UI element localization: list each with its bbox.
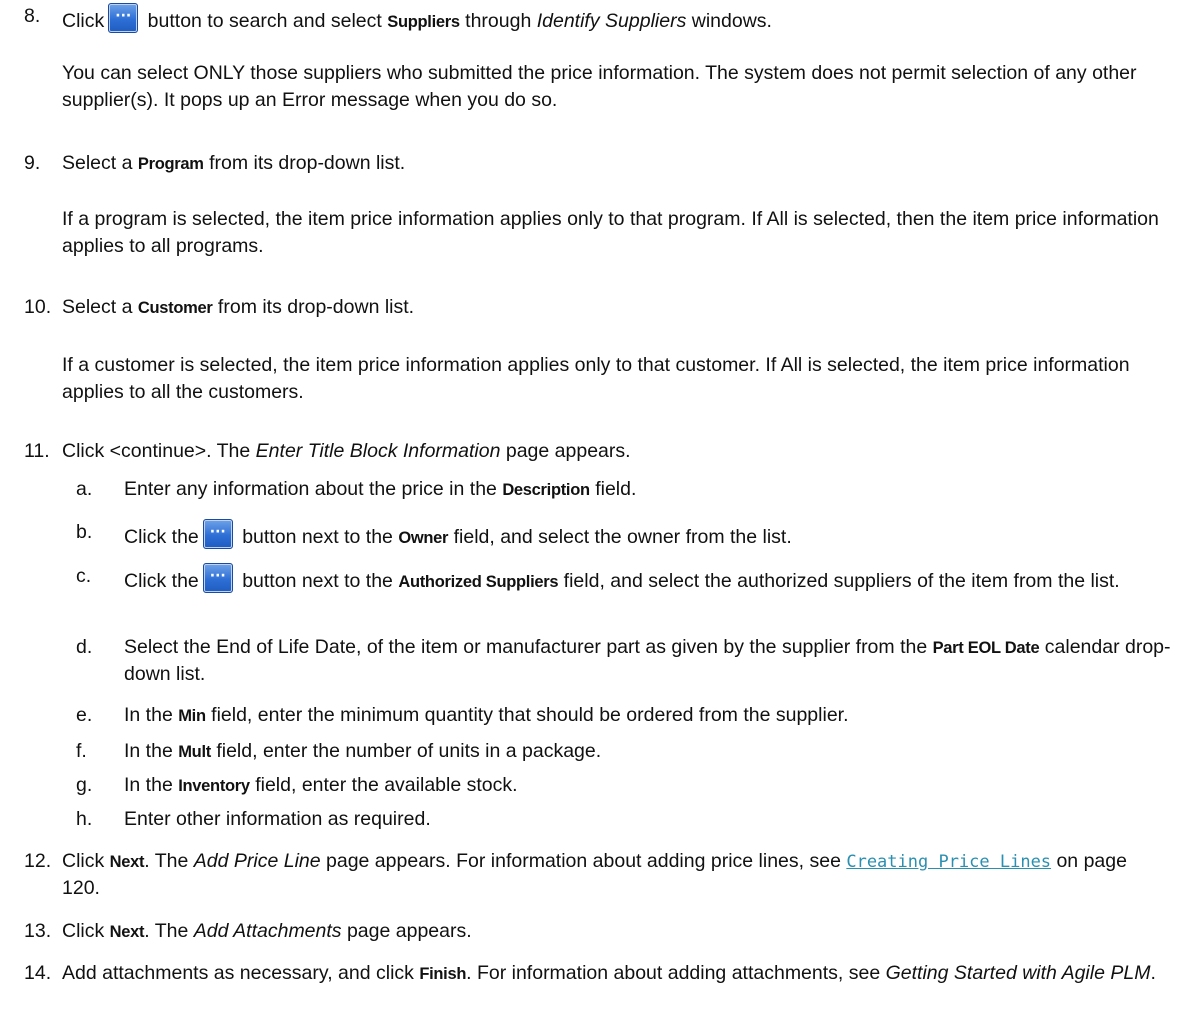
creating-price-lines-link[interactable]: Creating Price Lines (846, 852, 1051, 872)
field-name: Owner (398, 529, 449, 547)
step-9-note: If a program is selected, the item price… (62, 208, 1159, 258)
ellipsis-button-icon (202, 519, 233, 549)
step-number: 9. (24, 152, 41, 174)
step-number: 11. (24, 440, 50, 462)
step-text: Click button to search and select Suppli… (62, 3, 1176, 35)
field-name: Mult (178, 743, 211, 761)
field-name: Inventory (178, 777, 250, 795)
field-name: Authorized Suppliers (398, 573, 559, 591)
ui-term: Suppliers (387, 13, 460, 31)
step-number: 8. (24, 5, 41, 27)
step-text: Click Next. The Add Price Line page appe… (62, 850, 1127, 900)
step-text: Add attachments as necessary, and click … (62, 962, 1156, 984)
step-number: 10. (24, 296, 52, 318)
step-text: Click <continue>. The Enter Title Block … (62, 440, 631, 462)
step-8-note: You can select ONLY those suppliers who … (62, 62, 1137, 112)
page-name: Enter Title Block Information (255, 440, 501, 462)
step-text: Click Next. The Add Attachments page app… (62, 920, 472, 942)
step-number: 14. (24, 962, 52, 984)
step-10-note: If a customer is selected, the item pric… (62, 354, 1130, 404)
page-name: Add Attachments (193, 920, 342, 942)
window-name: Identify Suppliers (536, 10, 687, 32)
step-text: Select a Customer from its drop-down lis… (62, 296, 415, 318)
page-name: Add Price Line (193, 850, 321, 872)
field-name: Min (178, 707, 206, 725)
guide-title: Getting Started with Agile PLM (885, 962, 1151, 984)
step-number: 12. (24, 850, 52, 872)
button-name: Next (109, 923, 145, 941)
ui-term: Program (137, 155, 204, 173)
ellipsis-button-icon (108, 3, 139, 33)
ui-term: Customer (137, 299, 213, 317)
button-name: Finish (419, 965, 467, 983)
step-text: Select a Program from its drop-down list… (62, 152, 406, 174)
ellipsis-button-icon (202, 563, 233, 593)
field-name: Part EOL Date (932, 639, 1040, 657)
step-number: 13. (24, 920, 52, 942)
button-name: Next (109, 853, 145, 871)
field-name: Description (502, 481, 590, 499)
